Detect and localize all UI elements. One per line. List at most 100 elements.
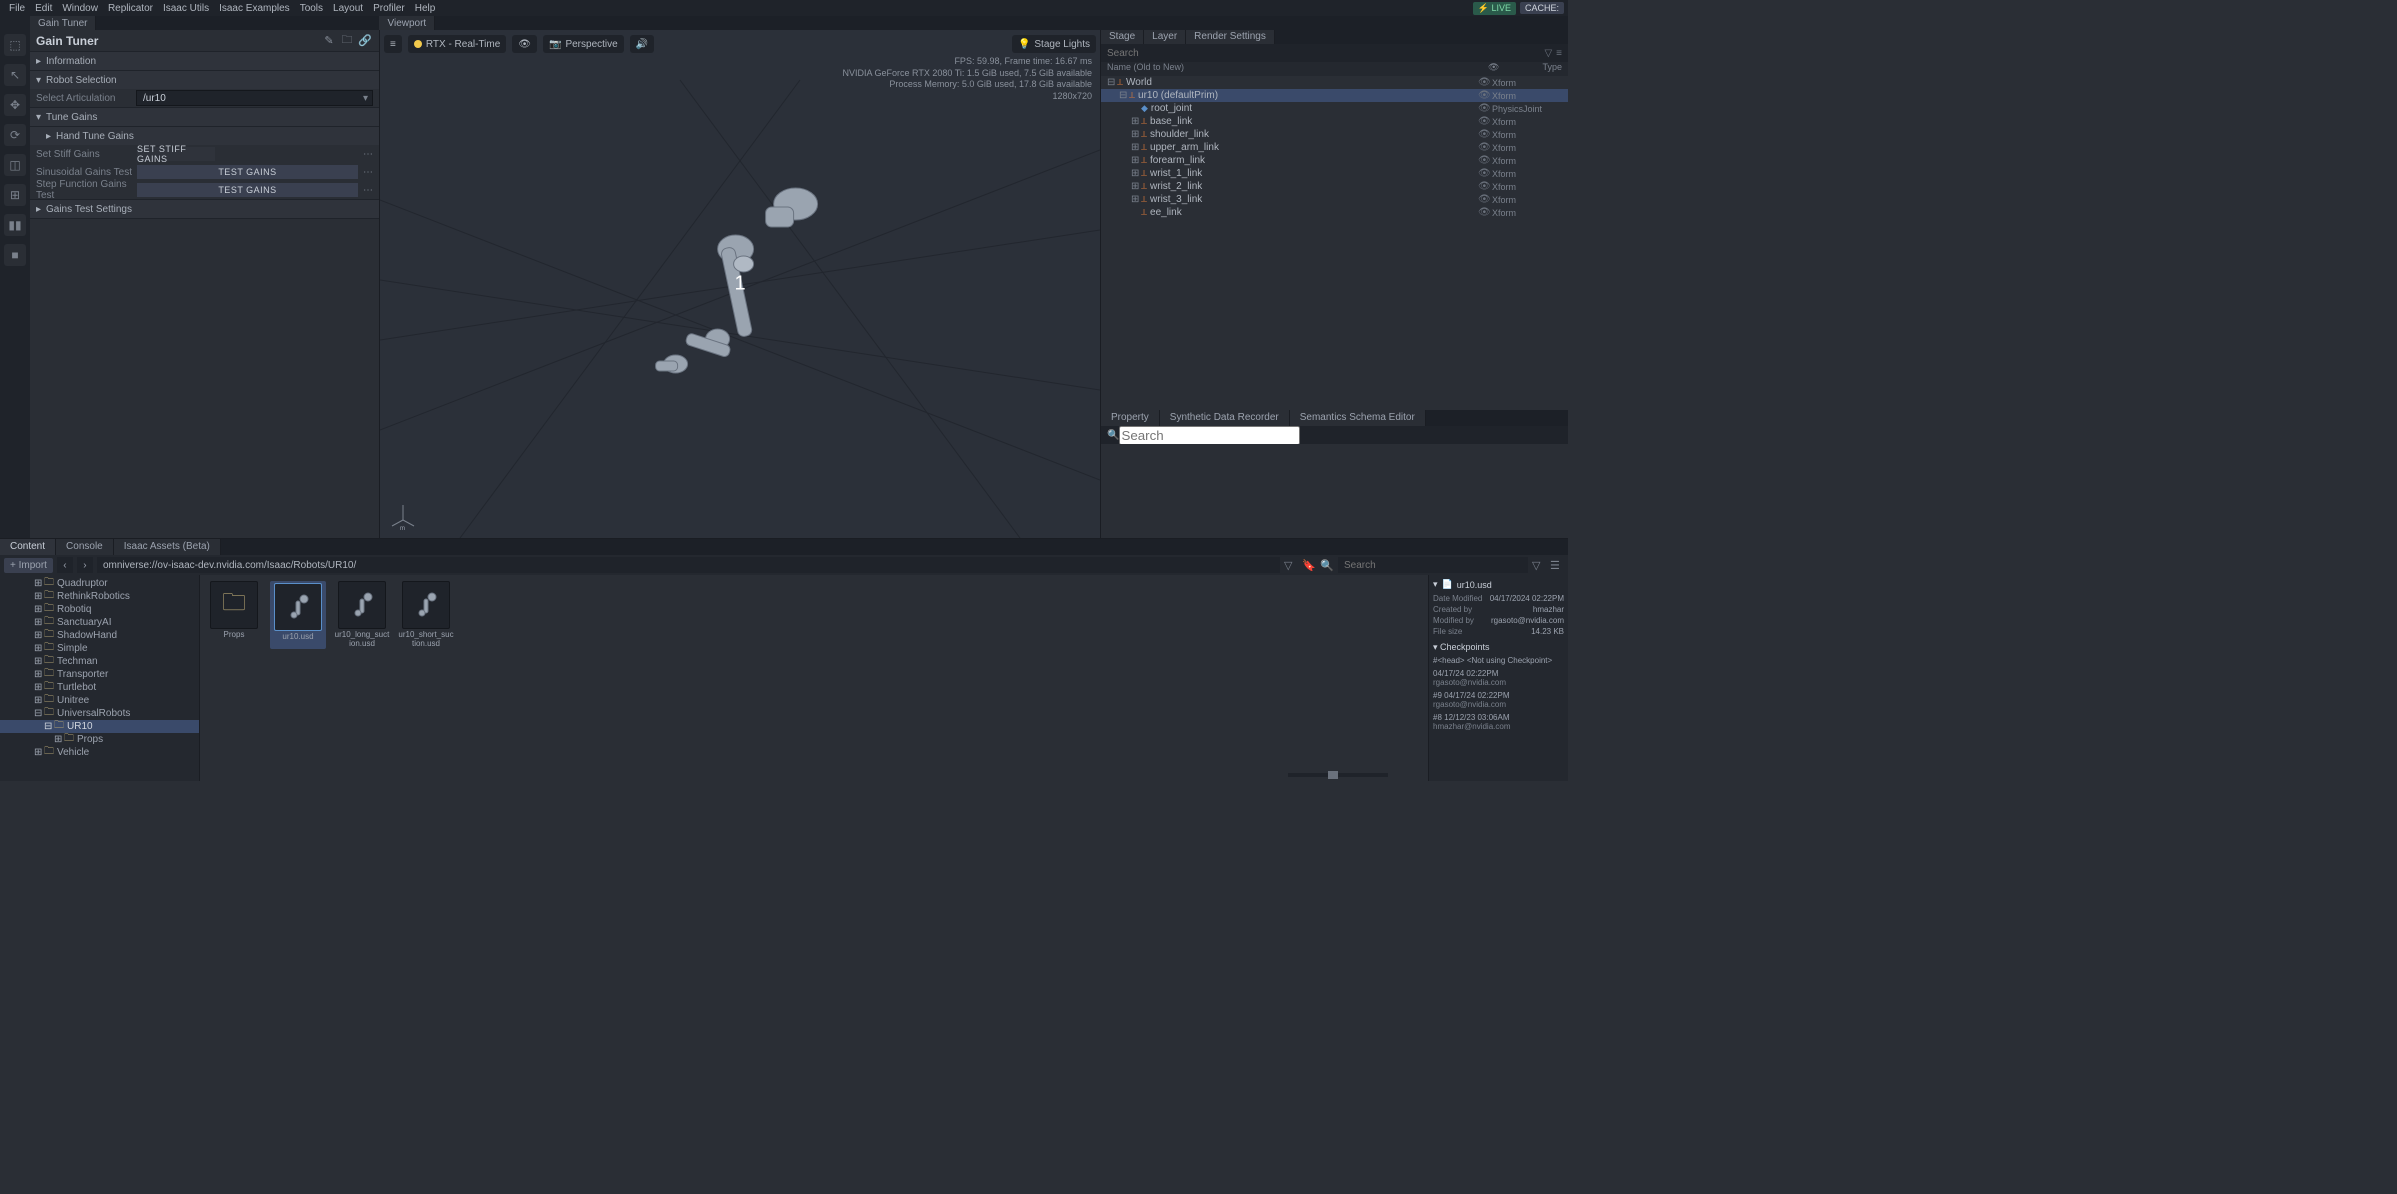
content-tree-row[interactable]: ⊞🗀Quadruptor: [0, 577, 199, 590]
content-tree-row[interactable]: ⊞🗀Robotiq: [0, 603, 199, 616]
menu-profiler[interactable]: Profiler: [368, 3, 410, 14]
stage-row[interactable]: ⊞⟂wrist_2_link👁Xform: [1101, 180, 1568, 193]
edit-icon[interactable]: ✎: [321, 33, 337, 49]
console-tab[interactable]: Console: [56, 539, 114, 555]
stop-icon[interactable]: ■: [4, 244, 26, 266]
rotate-tool-icon[interactable]: ⟳: [4, 124, 26, 146]
content-thumbnail[interactable]: ur10_short_suction.usd: [398, 581, 454, 649]
synthetic-data-tab[interactable]: Synthetic Data Recorder: [1160, 410, 1290, 426]
layer-tab[interactable]: Layer: [1144, 30, 1186, 44]
audio-icon[interactable]: 🔊: [630, 35, 654, 53]
options-icon[interactable]: ≡: [1556, 48, 1562, 59]
viewport-tab[interactable]: Viewport: [379, 16, 435, 30]
property-tab[interactable]: Property: [1101, 410, 1160, 426]
render-mode-pill[interactable]: RTX - Real-Time: [408, 35, 506, 53]
menu-layout[interactable]: Layout: [328, 3, 368, 14]
robot-selection-section[interactable]: ▾Robot Selection: [30, 71, 379, 89]
cursor-tool-icon[interactable]: ↖: [4, 64, 26, 86]
isaac-assets-tab[interactable]: Isaac Assets (Beta): [114, 539, 221, 555]
gains-test-settings-section[interactable]: ▸Gains Test Settings: [30, 200, 379, 218]
link-icon[interactable]: 🔗: [357, 33, 373, 49]
cache-badge[interactable]: CACHE:: [1520, 2, 1564, 14]
content-tree-row[interactable]: ⊞🗀Simple: [0, 642, 199, 655]
viewport[interactable]: 1 ≡ RTX - Real-Time 👁 📷 Perspective 🔊 💡 …: [380, 30, 1100, 538]
content-tree[interactable]: ⊞🗀Quadruptor⊞🗀RethinkRobotics⊞🗀Robotiq ⊞🗀…: [0, 575, 200, 781]
path-input[interactable]: [97, 557, 1280, 573]
set-stiff-gains-button[interactable]: SET STIFF GAINS: [136, 146, 216, 162]
stage-row[interactable]: ◆root_joint👁PhysicsJoint: [1101, 102, 1568, 115]
content-thumbnail[interactable]: ur10_long_suction.usd: [334, 581, 390, 649]
camera-pill[interactable]: 📷 Perspective: [543, 35, 624, 53]
checkpoint-entry[interactable]: 04/17/24 02:22PMrgasoto@nvidia.com: [1433, 669, 1564, 687]
information-section[interactable]: ▸Information: [30, 52, 379, 70]
stage-col-name[interactable]: Name (Old to New): [1107, 62, 1488, 76]
stage-row[interactable]: ⊞⟂wrist_1_link👁Xform: [1101, 167, 1568, 180]
hamburger-icon[interactable]: ≡: [384, 35, 402, 53]
thumbnail-size-slider[interactable]: [1288, 773, 1388, 777]
test-gains-step-button[interactable]: TEST GAINS: [136, 182, 359, 198]
content-tree-row[interactable]: ⊞🗀Techman: [0, 655, 199, 668]
content-thumbnail[interactable]: 🗀Props: [206, 581, 262, 649]
stage-row[interactable]: ⊞⟂shoulder_link👁Xform: [1101, 128, 1568, 141]
content-tree-row[interactable]: ⊞🗀Transporter: [0, 668, 199, 681]
list-view-icon[interactable]: ☰: [1550, 559, 1564, 572]
content-tree-row[interactable]: ⊟🗀UR10: [0, 720, 199, 733]
menu-replicator[interactable]: Replicator: [103, 3, 158, 14]
gain-tuner-tab[interactable]: Gain Tuner: [30, 16, 96, 30]
content-tab[interactable]: Content: [0, 539, 56, 555]
path-filter-icon[interactable]: ▽: [1284, 559, 1298, 572]
content-thumbnail[interactable]: ur10.usd: [270, 581, 326, 649]
menu-help[interactable]: Help: [410, 3, 441, 14]
more-icon[interactable]: ⋯: [363, 167, 373, 178]
stage-tree[interactable]: ⊟⟂World👁Xform⊟⟂ur10 (defaultPrim)👁Xform◆…: [1101, 76, 1568, 406]
stage-row[interactable]: ⟂ee_link👁Xform: [1101, 206, 1568, 219]
bookmark-icon[interactable]: 🔖: [1302, 559, 1316, 572]
menu-file[interactable]: File: [4, 3, 30, 14]
stage-search-input[interactable]: [1107, 48, 1544, 59]
nav-back-icon[interactable]: ‹: [57, 557, 73, 573]
more-icon[interactable]: ⋯: [363, 185, 373, 196]
stage-row[interactable]: ⊟⟂World👁Xform: [1101, 76, 1568, 89]
content-tree-row[interactable]: ⊟🗀UniversalRobots: [0, 707, 199, 720]
snap-tool-icon[interactable]: ⊞: [4, 184, 26, 206]
content-tree-row[interactable]: ⊞🗀ShadowHand: [0, 629, 199, 642]
test-gains-sin-button[interactable]: TEST GAINS: [136, 164, 359, 180]
grid-filter-icon[interactable]: ▽: [1532, 559, 1546, 572]
nav-fwd-icon[interactable]: ›: [77, 557, 93, 573]
live-badge[interactable]: ⚡ LIVE: [1473, 2, 1516, 15]
collapse-icon[interactable]: ▾: [1433, 579, 1438, 590]
content-tree-row[interactable]: ⊞🗀Props: [0, 733, 199, 746]
content-tree-row[interactable]: ⊞🗀Turtlebot: [0, 681, 199, 694]
stage-col-type[interactable]: Type: [1502, 62, 1562, 76]
stage-tab[interactable]: Stage: [1101, 30, 1144, 44]
content-search-input[interactable]: [1338, 557, 1528, 573]
stage-row[interactable]: ⊞⟂base_link👁Xform: [1101, 115, 1568, 128]
stage-lights-pill[interactable]: 💡 Stage Lights: [1012, 35, 1096, 53]
import-button[interactable]: + Import: [4, 558, 53, 573]
content-tree-row[interactable]: ⊞🗀Unitree: [0, 694, 199, 707]
filter-icon[interactable]: ▽: [1544, 48, 1552, 59]
tune-gains-section[interactable]: ▾Tune Gains: [30, 108, 379, 126]
stage-row[interactable]: ⊞⟂wrist_3_link👁Xform: [1101, 193, 1568, 206]
scale-tool-icon[interactable]: ◫: [4, 154, 26, 176]
semantics-tab[interactable]: Semantics Schema Editor: [1290, 410, 1426, 426]
content-tree-row[interactable]: ⊞🗀RethinkRobotics: [0, 590, 199, 603]
content-tree-row[interactable]: ⊞🗀Vehicle: [0, 746, 199, 759]
move-tool-icon[interactable]: ✥: [4, 94, 26, 116]
menu-isaac-examples[interactable]: Isaac Examples: [214, 3, 295, 14]
checkpoint-entry[interactable]: #8 12/12/23 03:06AMhmazhar@nvidia.com: [1433, 713, 1564, 731]
menu-isaac-utils[interactable]: Isaac Utils: [158, 3, 214, 14]
menu-window[interactable]: Window: [57, 3, 103, 14]
hand-tune-gains-section[interactable]: ▸Hand Tune Gains: [30, 127, 379, 145]
menu-edit[interactable]: Edit: [30, 3, 57, 14]
pause-icon[interactable]: ▮▮: [4, 214, 26, 236]
property-search-input[interactable]: [1119, 426, 1300, 445]
stage-row[interactable]: ⊟⟂ur10 (defaultPrim)👁Xform: [1101, 89, 1568, 102]
folder-icon[interactable]: 🗀: [339, 33, 355, 49]
render-settings-tab[interactable]: Render Settings: [1186, 30, 1275, 44]
menu-tools[interactable]: Tools: [295, 3, 328, 14]
stage-row[interactable]: ⊞⟂upper_arm_link👁Xform: [1101, 141, 1568, 154]
select-articulation-dropdown[interactable]: /ur10: [136, 90, 373, 106]
content-grid[interactable]: 🗀Propsur10.usdur10_long_suction.usdur10_…: [200, 575, 1428, 781]
checkpoint-entry[interactable]: #9 04/17/24 02:22PMrgasoto@nvidia.com: [1433, 691, 1564, 709]
